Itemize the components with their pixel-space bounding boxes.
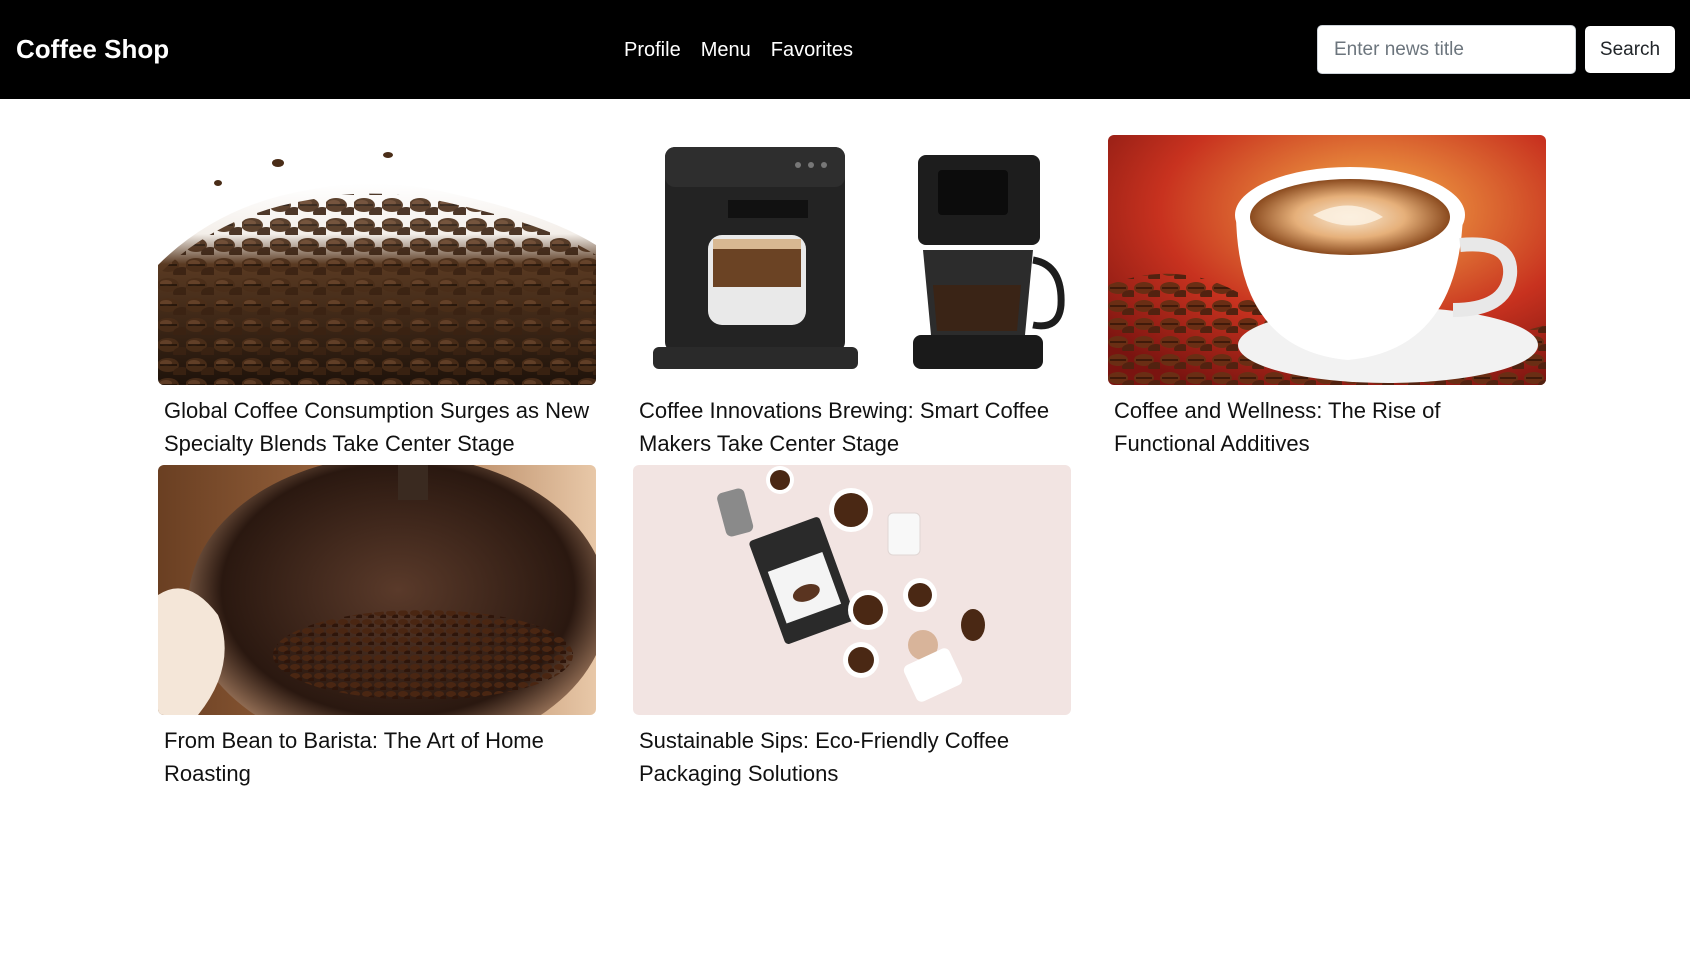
coffee-machines-image[interactable] [633, 135, 1071, 385]
latte-cup-image[interactable] [1108, 135, 1546, 385]
nav-link-favorites[interactable]: Favorites [771, 36, 853, 64]
news-title[interactable]: Sustainable Sips: Eco-Friendly Coffee Pa… [633, 724, 1071, 790]
search-button[interactable]: Search [1585, 26, 1675, 73]
news-card[interactable]: From Bean to Barista: The Art of Home Ro… [158, 465, 596, 790]
news-card[interactable]: Global Coffee Consumption Surges as New … [158, 135, 596, 460]
nav-link-profile[interactable]: Profile [624, 36, 681, 64]
news-title[interactable]: From Bean to Barista: The Art of Home Ro… [158, 724, 596, 790]
nav-link-menu[interactable]: Menu [701, 36, 751, 64]
news-title[interactable]: Global Coffee Consumption Surges as New … [158, 394, 596, 460]
top-navbar: Coffee Shop Profile Menu Favorites Searc… [0, 0, 1690, 99]
news-card[interactable]: Coffee and Wellness: The Rise of Functio… [1108, 135, 1546, 460]
news-card[interactable]: Coffee Innovations Brewing: Smart Coffee… [633, 135, 1071, 460]
news-title[interactable]: Coffee Innovations Brewing: Smart Coffee… [633, 394, 1071, 460]
roasting-drum-image[interactable] [158, 465, 596, 715]
news-title[interactable]: Coffee and Wellness: The Rise of Functio… [1108, 394, 1546, 460]
brand-logo[interactable]: Coffee Shop [16, 32, 169, 66]
news-card[interactable]: Sustainable Sips: Eco-Friendly Coffee Pa… [633, 465, 1071, 790]
nav-links: Profile Menu Favorites [624, 36, 853, 64]
search-input[interactable] [1317, 25, 1576, 74]
coffee-packaging-image[interactable] [633, 465, 1071, 715]
coffee-beans-image[interactable] [158, 135, 596, 385]
